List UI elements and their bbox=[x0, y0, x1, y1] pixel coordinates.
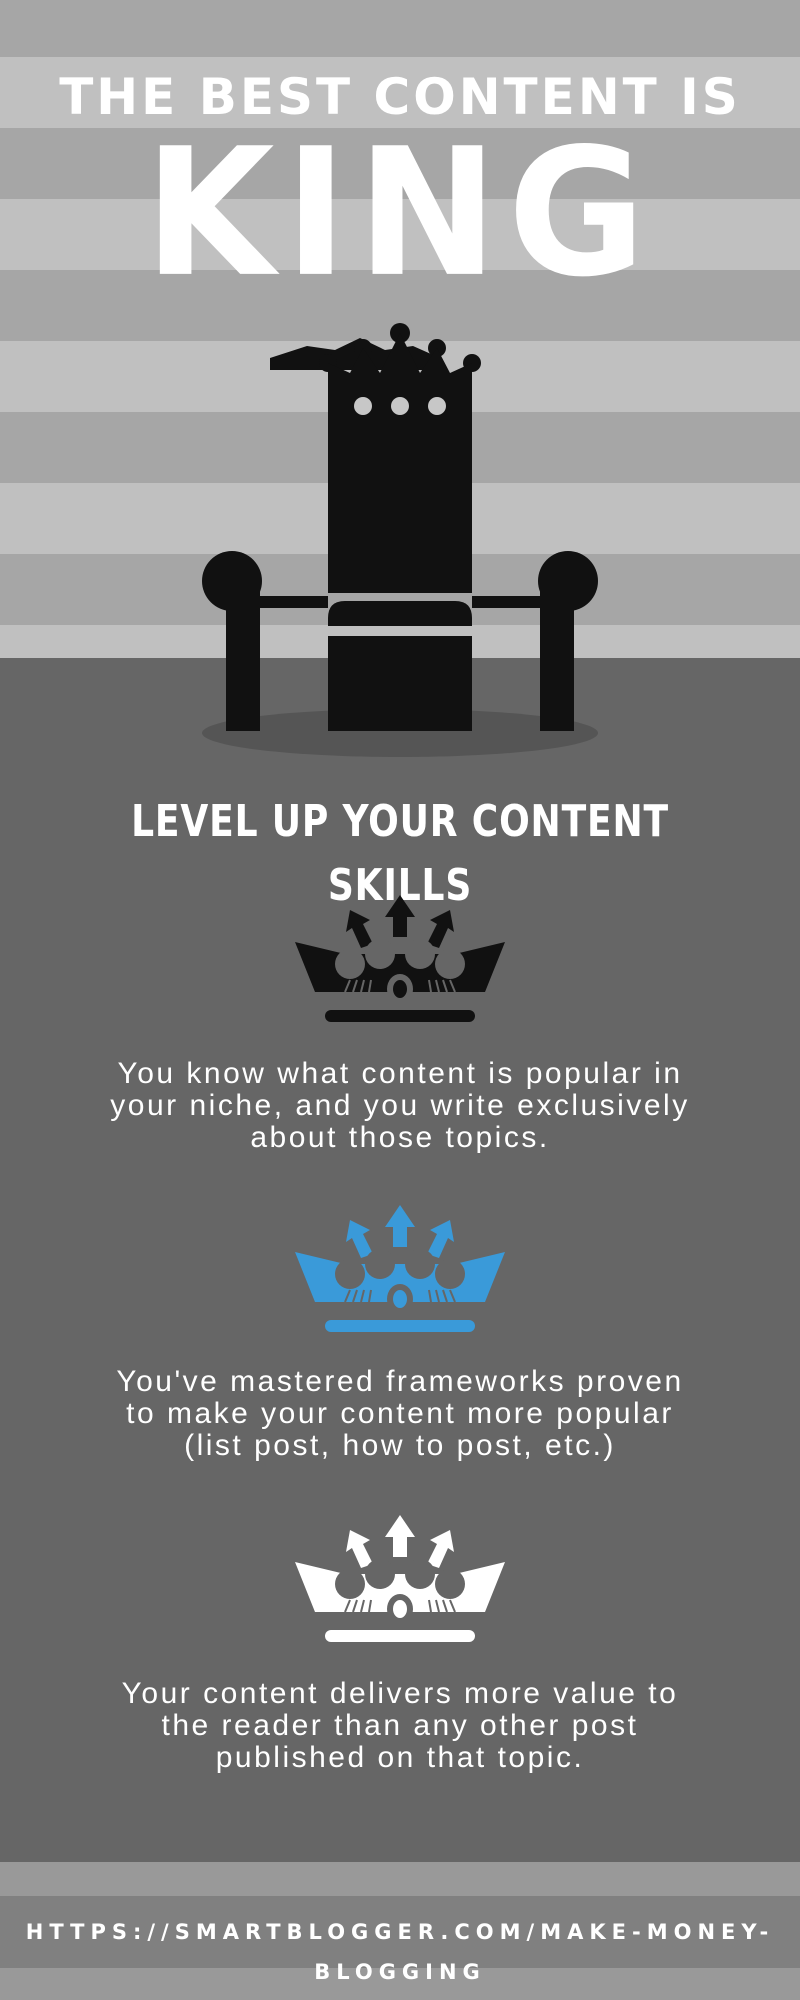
headline-king: KING bbox=[144, 110, 656, 316]
skill-description-1: You know what content is popular in your… bbox=[60, 1058, 740, 1154]
skill-text-line: published on that topic. bbox=[215, 1741, 585, 1774]
skill-text-line: Your content delivers more value to bbox=[121, 1677, 679, 1710]
skill-description-2: You've mastered frameworks proven to mak… bbox=[60, 1366, 740, 1462]
skill-text-line: about those topics. bbox=[250, 1121, 550, 1154]
skill-text-line: your niche, and you write exclusively bbox=[110, 1089, 690, 1122]
crown-icon bbox=[295, 1515, 505, 1642]
skill-text-line: You know what content is popular in bbox=[117, 1057, 683, 1090]
skill-text-line: the reader than any other post bbox=[161, 1709, 639, 1742]
skill-text-line: You've mastered frameworks proven bbox=[116, 1365, 684, 1398]
crown-icon bbox=[295, 895, 505, 1022]
skill-description-3: Your content delivers more value to the … bbox=[60, 1678, 740, 1774]
throne-icon bbox=[202, 323, 598, 757]
skill-text-line: (list post, how to post, etc.) bbox=[184, 1429, 616, 1462]
crown-icon bbox=[295, 1205, 505, 1332]
skill-text-line: to make your content more popular bbox=[126, 1397, 674, 1430]
footer-band bbox=[0, 1862, 800, 1896]
footer-url-link[interactable]: HTTPS://SMARTBLOGGER.COM/MAKE-MONEY-BLOG… bbox=[0, 1912, 800, 1992]
